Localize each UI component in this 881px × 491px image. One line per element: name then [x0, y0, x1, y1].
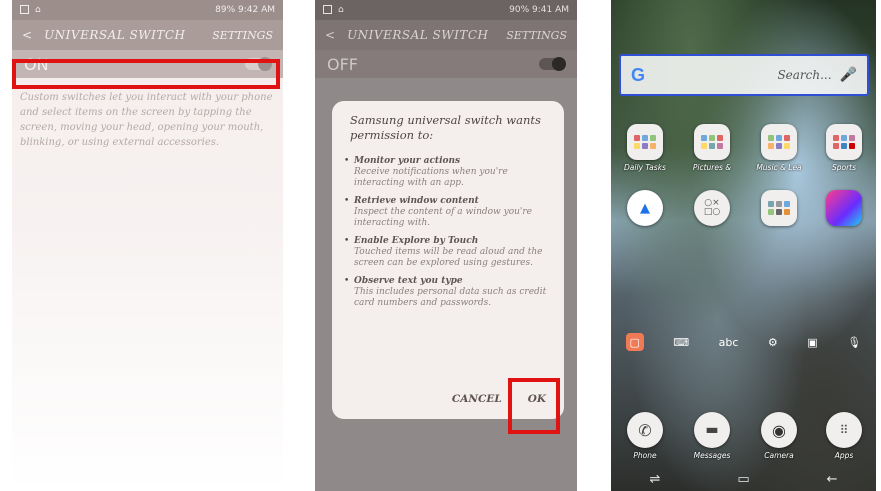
- sticker-icon[interactable]: ▢: [625, 333, 644, 351]
- dock-phone[interactable]: ✆ Phone: [617, 412, 673, 460]
- permission-desc: Touched items will be read aloud and the…: [354, 247, 543, 268]
- toggle-knob: [552, 57, 566, 71]
- messages-icon: ▬: [694, 412, 730, 448]
- app-label: Camera: [764, 451, 794, 460]
- settings-button[interactable]: SETTINGS: [506, 29, 567, 42]
- permission-item: • Observe text you type This includes pe…: [332, 276, 564, 309]
- page-title: UNIVERSAL SWITCH: [347, 28, 489, 42]
- toggle-switch[interactable]: [539, 57, 566, 71]
- keyboard-toolbar: ▢ ⌨ abc ⚙ ▣ 🎙: [611, 333, 876, 351]
- app-label: Daily Tasks: [624, 163, 666, 172]
- permission-title: Monitor your actions: [354, 156, 461, 166]
- app-label: Messages: [693, 451, 731, 460]
- dock-camera[interactable]: ◉ Camera: [751, 412, 807, 460]
- folder-pictures[interactable]: Pictures &: [684, 124, 740, 172]
- app-bar: < UNIVERSAL SWITCH SETTINGS: [12, 20, 283, 50]
- status-bar: [611, 0, 876, 20]
- status-bar: ⌂ 89% 9:42 AM: [12, 0, 283, 20]
- app-purple[interactable]: [816, 190, 872, 229]
- app-label: Music & Lea: [756, 163, 802, 172]
- search-placeholder: Search...: [777, 68, 832, 82]
- permission-desc: Receive notifications when you're intera…: [354, 167, 508, 188]
- google-search-bar[interactable]: G Search... 🎤: [619, 54, 869, 96]
- permission-desc: Inspect the content of a window you're i…: [354, 207, 533, 228]
- switch-label: OFF: [327, 54, 358, 74]
- google-logo: G: [631, 64, 646, 85]
- folder-tools[interactable]: [751, 190, 807, 229]
- apps-grid-icon: ⠿: [826, 412, 862, 448]
- folder-icon: [761, 124, 797, 160]
- app-label: Pictures &: [692, 163, 732, 172]
- navigation-bar: ⇌ ▭ ←: [611, 467, 876, 491]
- settings-button[interactable]: SETTINGS: [212, 29, 273, 42]
- app-bar: < UNIVERSAL SWITCH SETTINGS: [315, 20, 577, 50]
- bullet-icon: •: [344, 196, 350, 206]
- dialog-title: Samsung universal switch wants permissio…: [350, 113, 541, 142]
- lock-icon: ⌂: [338, 5, 344, 15]
- folder-daily-tasks[interactable]: Daily Tasks: [617, 124, 673, 172]
- bullet-icon: •: [344, 236, 350, 246]
- app-label: Apps: [834, 451, 854, 460]
- dock-messages[interactable]: ▬ Messages: [684, 412, 740, 460]
- recents-icon[interactable]: ⇌: [649, 472, 660, 487]
- keyboard-icon[interactable]: ⌨: [673, 336, 689, 349]
- highlight-box-on-ok: [508, 378, 560, 434]
- gear-icon[interactable]: ⚙: [768, 336, 778, 349]
- status-bar: ⌂ 90% 9:41 AM: [315, 0, 577, 20]
- home-icon[interactable]: ▭: [737, 472, 749, 487]
- bullet-icon: •: [344, 156, 350, 166]
- permission-title: Observe text you type: [354, 276, 463, 286]
- purple-app-icon: [826, 190, 862, 226]
- abc-icon[interactable]: abc: [719, 336, 739, 349]
- status-text: 90% 9:41 AM: [509, 5, 569, 15]
- permission-dialog: Samsung universal switch wants permissio…: [332, 101, 564, 419]
- mic-icon[interactable]: 🎤: [840, 67, 857, 83]
- bullet-icon: •: [344, 276, 350, 286]
- app-label: Phone: [633, 451, 657, 460]
- permission-desc: This includes personal data such as cred…: [354, 287, 547, 308]
- mic-icon[interactable]: 🎙: [847, 336, 861, 349]
- app-arrow[interactable]: ▲: [617, 190, 673, 229]
- back-icon[interactable]: <: [325, 28, 335, 42]
- permission-item: • Monitor your actions Receive notificat…: [332, 156, 564, 189]
- app-label: Sports: [831, 163, 857, 172]
- back-icon[interactable]: ←: [827, 472, 838, 487]
- dock-apps[interactable]: ⠿ Apps: [816, 412, 872, 460]
- folder-icon: [826, 124, 862, 160]
- permission-item: • Enable Explore by Touch Touched items …: [332, 236, 564, 269]
- phone-icon: ✆: [627, 412, 663, 448]
- master-switch-row[interactable]: OFF: [315, 50, 577, 78]
- page-title: UNIVERSAL SWITCH: [44, 28, 186, 42]
- folder-music[interactable]: Music & Lea: [751, 124, 807, 172]
- folder-icon: [694, 124, 730, 160]
- image-icon[interactable]: ▣: [807, 336, 817, 349]
- games-icon: ○× □○: [694, 190, 730, 226]
- notification-icon: [20, 5, 29, 14]
- camera-icon: ◉: [761, 412, 797, 448]
- status-text: 89% 9:42 AM: [215, 5, 275, 15]
- permission-item: • Retrieve window content Inspect the co…: [332, 196, 564, 229]
- app-games[interactable]: ○× □○: [684, 190, 740, 229]
- arrow-app-icon: ▲: [627, 190, 663, 226]
- folder-icon: [761, 190, 797, 226]
- description-text: Custom switches let you interact with yo…: [20, 92, 273, 148]
- phone-screen-3: G Search... 🎤 Daily Tasks Pictures & Mus…: [611, 0, 876, 491]
- permission-title: Enable Explore by Touch: [354, 236, 479, 246]
- cancel-button[interactable]: CANCEL: [452, 393, 502, 405]
- folder-sports[interactable]: Sports: [816, 124, 872, 172]
- folder-icon: [627, 124, 663, 160]
- notification-icon: [323, 5, 332, 14]
- permission-title: Retrieve window content: [354, 196, 479, 206]
- lock-icon: ⌂: [35, 5, 41, 15]
- back-icon[interactable]: <: [22, 28, 32, 42]
- highlight-box-on-switch: [12, 59, 280, 89]
